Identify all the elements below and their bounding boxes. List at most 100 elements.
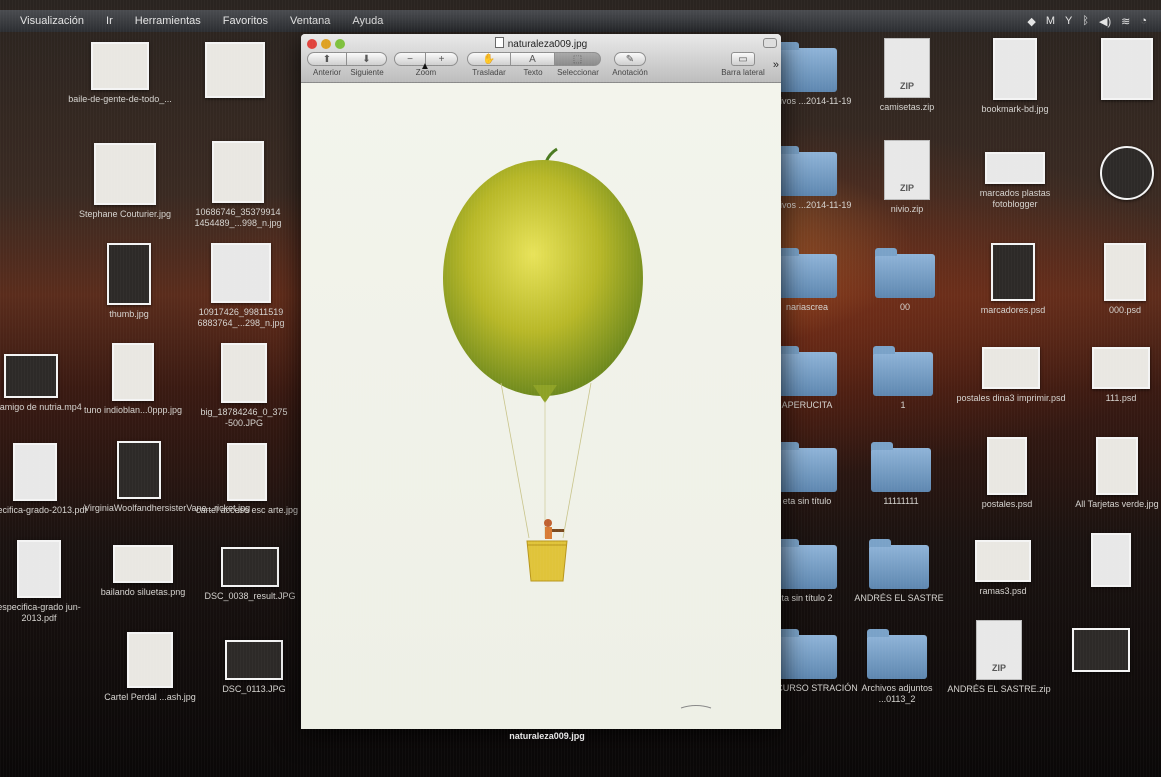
desktop-file-icon[interactable]: 10686746_35379914 1454489_...998_n.jpg <box>183 141 293 229</box>
move-label: Trasladar <box>472 68 506 77</box>
desktop-file-icon[interactable] <box>180 42 290 113</box>
desktop-file-icon[interactable]: postales dina3 imprimir.psd <box>956 347 1066 404</box>
traveler-head <box>544 519 552 527</box>
window-title-text: naturaleza009.jpg <box>507 39 588 50</box>
desktop-file-icon[interactable]: cartel acceso esc arte.jpg <box>192 443 302 516</box>
desktop-file-icon[interactable]: bailando siluetas.png <box>88 545 198 598</box>
file-thumbnail <box>212 141 264 203</box>
file-thumbnail <box>1091 533 1131 587</box>
file-label: marcados plastas fotoblogger <box>979 188 1051 209</box>
file-label: DSC_0113.JPG <box>222 684 286 694</box>
folder-label: 1 <box>900 400 906 410</box>
desktop-file-icon[interactable]: ramas3.psd <box>948 540 1058 597</box>
file-thumbnail <box>225 640 283 680</box>
dropbox-icon[interactable]: ◆ <box>1027 15 1035 28</box>
next-label: Siguiente <box>350 68 384 77</box>
next-button[interactable]: ⬇ <box>347 52 387 66</box>
prev-next-group: ⬆ ⬇ Anterior Siguiente <box>307 52 387 77</box>
desktop-file-icon[interactable]: tuno indioblan...0ppp.jpg <box>78 343 188 416</box>
desktop-file-icon[interactable]: VirginiaWoolfandhersisterVane...ricket.j… <box>84 441 251 514</box>
menu-item-view[interactable]: Visualización <box>0 15 95 27</box>
text-tool-button[interactable]: A <box>511 52 555 66</box>
sidebar-group: ▭ Barra lateral <box>716 52 770 77</box>
desktop-file-icon[interactable]: ZIP ANDRÉS EL SASTRE.zip <box>944 620 1054 695</box>
bluetooth-icon[interactable]: ᛒ <box>1082 15 1089 27</box>
desktop-file-icon[interactable]: big_18784246_0_375 -500.JPG <box>189 343 299 429</box>
desktop-folder-icon[interactable]: ANDRÉS EL SASTRE <box>844 539 954 604</box>
desktop-file-icon[interactable]: niño amigo de nutria.mp4 <box>0 354 86 413</box>
desktop-file-icon[interactable] <box>1056 533 1161 591</box>
file-label: niño amigo de nutria.mp4 <box>0 402 82 412</box>
disc-thumbnail <box>1100 146 1154 200</box>
desktop-file-icon[interactable]: ZIP nivio.zip <box>852 140 962 215</box>
desktop-file-icon[interactable]: thumb.jpg <box>74 243 184 320</box>
folder-icon <box>777 442 837 492</box>
image-viewport[interactable] <box>301 83 781 729</box>
select-tool-button[interactable]: ⬚ <box>555 52 601 66</box>
desktop-file-icon[interactable]: marcados plastas fotoblogger <box>960 152 1070 210</box>
window-title: naturaleza009.jpg <box>301 37 781 50</box>
menu-item-tools[interactable]: Herramientas <box>124 15 212 27</box>
desktop-folder-icon[interactable]: 00 <box>850 248 960 313</box>
zoom-in-button[interactable]: + <box>426 52 458 66</box>
desktop-file-icon[interactable]: ZIP camisetas.zip <box>852 38 962 113</box>
annotate-button[interactable]: ✎ <box>614 52 646 66</box>
desktop-file-icon[interactable] <box>1046 628 1156 676</box>
desktop-file-icon[interactable]: 000.psd <box>1070 243 1161 316</box>
file-thumbnail <box>127 632 173 688</box>
clock-icon[interactable]: ◔ <box>1140 15 1147 27</box>
menu-bar-status-area: ◆ M Y ᛒ ◀) ≋ ◔ <box>1027 10 1147 32</box>
desktop-folder-icon[interactable]: Archivos adjuntos ...0113_2 <box>842 629 952 705</box>
toolbar-overflow-icon[interactable]: » <box>773 59 779 71</box>
balloon-illustration <box>443 147 712 709</box>
desktop-file-icon[interactable] <box>1072 146 1161 204</box>
move-tool-button[interactable]: ✋ <box>467 52 511 66</box>
file-thumbnail <box>113 545 173 583</box>
file-thumbnail <box>107 243 151 305</box>
window-titlebar[interactable]: naturaleza009.jpg ⬆ ⬇ Anterior Siguiente… <box>301 34 781 83</box>
file-label: especifica-grado-2013.pdf <box>0 505 88 515</box>
text-cursor-icon: A <box>529 53 536 65</box>
desktop-file-icon[interactable]: 111.psd <box>1066 347 1161 404</box>
desktop-file-icon[interactable]: DSC_0038_result.JPG <box>195 547 305 602</box>
mouse-cursor-icon: ▲ <box>420 61 430 72</box>
file-thumbnail <box>1092 347 1150 389</box>
desktop-file-icon[interactable]: postales.psd <box>952 437 1062 510</box>
document-icon <box>494 37 504 48</box>
desktop-file-icon[interactable]: Stephane Couturier.jpg <box>70 143 180 220</box>
menu-bar: Visualización Ir Herramientas Favoritos … <box>0 10 1161 32</box>
file-thumbnail <box>91 42 149 90</box>
wifi-icon[interactable]: ≋ <box>1121 15 1130 28</box>
desktop-folder-icon[interactable]: 11111111 <box>846 442 956 507</box>
select-label: Seleccionar <box>557 68 599 77</box>
desktop-file-icon[interactable]: marcadores.psd <box>958 243 1068 316</box>
file-thumbnail <box>117 441 161 499</box>
desktop-folder-icon[interactable]: 1 <box>848 346 958 411</box>
status-letter-y[interactable]: Y <box>1065 15 1072 27</box>
previous-button[interactable]: ⬆ <box>307 52 347 66</box>
desktop-file-icon[interactable]: baile-de-gente-de-todo_... <box>65 42 175 105</box>
file-label: ramas3.psd <box>979 586 1027 596</box>
desktop-file-icon[interactable]: DSC_0113.JPG <box>199 640 309 695</box>
volume-icon[interactable]: ◀) <box>1099 15 1111 28</box>
desktop-file-icon[interactable] <box>1072 38 1161 104</box>
toolbar-toggle-button[interactable] <box>763 38 777 48</box>
folder-label: Archivos adjuntos ...0113_2 <box>861 683 933 704</box>
desktop-file-icon[interactable]: especifica-grado-2013.pdf <box>0 443 90 516</box>
desktop-file-icon[interactable]: 10917426_99811519 6883764_...298_n.jpg <box>186 243 296 329</box>
desktop-file-icon[interactable]: especifica-grado jun-2013.pdf <box>0 540 94 624</box>
status-letter-m[interactable]: M <box>1046 15 1055 27</box>
menu-item-window[interactable]: Ventana <box>279 15 341 27</box>
desktop-file-icon[interactable]: bookmark-bd.jpg <box>960 38 1070 115</box>
desktop-file-icon[interactable]: Cartel Perdal ...ash.jpg <box>95 632 205 703</box>
file-label: marcadores.psd <box>980 305 1046 315</box>
menu-item-help[interactable]: Ayuda <box>341 15 394 27</box>
menu-item-go[interactable]: Ir <box>95 15 124 27</box>
file-label: VirginiaWoolfandhersisterVane...ricket.j… <box>84 503 251 513</box>
sidebar-button[interactable]: ▭ <box>731 52 755 66</box>
desktop-file-icon[interactable]: All Tarjetas verde.jpg <box>1062 437 1161 510</box>
marquee-select-icon: ⬚ <box>572 53 583 65</box>
menu-item-favorites[interactable]: Favoritos <box>212 15 279 27</box>
basket-shape <box>526 540 568 582</box>
minus-icon: − <box>407 53 413 65</box>
